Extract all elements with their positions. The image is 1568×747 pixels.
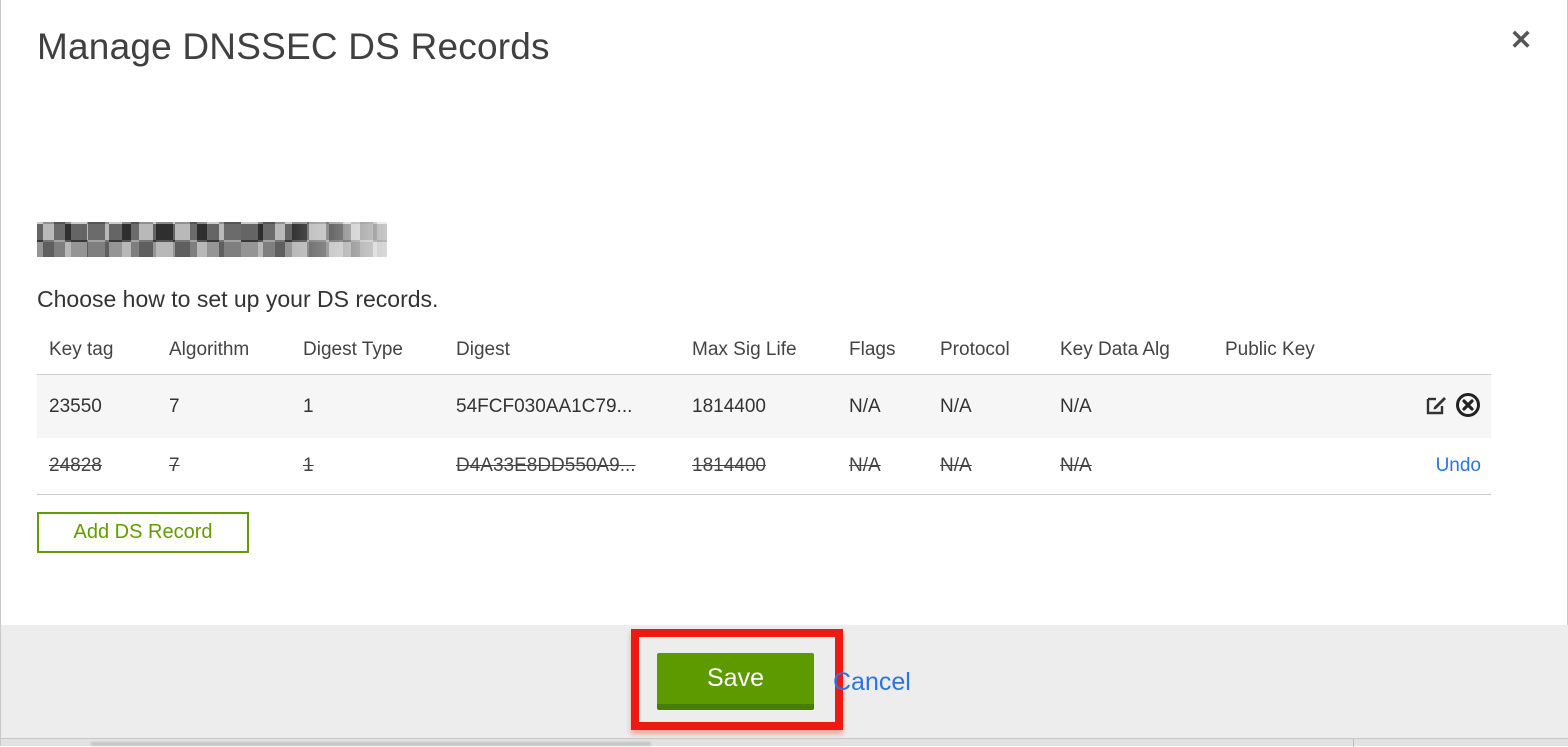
page-behind-modal-strip <box>1 738 1568 747</box>
cell-protocol: N/A <box>928 374 1048 438</box>
cell-algorithm: 7 <box>157 374 291 438</box>
cell-flags: N/A <box>837 374 928 438</box>
table-header-row: Key tag Algorithm Digest Type Digest Max… <box>37 328 1491 375</box>
table-row-deleted: 24828 7 1 D4A33E8DD550A9... 1814400 N/A … <box>37 438 1491 495</box>
col-header-digest-type: Digest Type <box>291 328 444 375</box>
row-actions <box>1403 374 1491 438</box>
col-header-digest: Digest <box>444 328 680 375</box>
cell-protocol: N/A <box>928 438 1048 495</box>
delete-record-button[interactable] <box>1455 392 1481 421</box>
col-header-max-sig-life: Max Sig Life <box>680 328 837 375</box>
col-header-key-tag: Key tag <box>37 328 157 375</box>
col-header-algorithm: Algorithm <box>157 328 291 375</box>
ds-records-table: Key tag Algorithm Digest Type Digest Max… <box>37 328 1491 495</box>
row-actions: Undo <box>1403 438 1491 495</box>
col-header-key-data-alg: Key Data Alg <box>1048 328 1213 375</box>
dimmed-background-content <box>91 742 651 746</box>
cell-digest-type: 1 <box>291 374 444 438</box>
redacted-domain <box>37 222 387 257</box>
col-header-actions <box>1403 328 1491 375</box>
cell-key-data-alg: N/A <box>1048 374 1213 438</box>
add-ds-record-button[interactable]: Add DS Record <box>37 512 249 553</box>
col-header-flags: Flags <box>837 328 928 375</box>
undo-link[interactable]: Undo <box>1436 455 1481 477</box>
cell-public-key <box>1213 374 1403 438</box>
save-button[interactable]: Save <box>657 653 814 710</box>
cell-max-sig-life: 1814400 <box>680 374 837 438</box>
cell-algorithm: 7 <box>157 438 291 495</box>
cell-key-data-alg: N/A <box>1048 438 1213 495</box>
col-header-public-key: Public Key <box>1213 328 1403 375</box>
intro-text: Choose how to set up your DS records. <box>37 286 439 312</box>
cell-digest: D4A33E8DD550A9... <box>444 438 680 495</box>
cell-key-tag: 24828 <box>37 438 157 495</box>
page-title: Manage DNSSEC DS Records <box>37 26 550 67</box>
cell-max-sig-life: 1814400 <box>680 438 837 495</box>
cell-key-tag: 23550 <box>37 374 157 438</box>
cell-flags: N/A <box>837 438 928 495</box>
delete-icon <box>1455 393 1481 421</box>
close-icon[interactable]: ✕ <box>1501 20 1541 60</box>
edit-record-button[interactable] <box>1424 393 1448 420</box>
cell-digest-type: 1 <box>291 438 444 495</box>
cell-digest: 54FCF030AA1C79... <box>444 374 680 438</box>
table-row: 23550 7 1 54FCF030AA1C79... 1814400 N/A … <box>37 374 1491 438</box>
edit-icon <box>1424 397 1448 420</box>
cancel-link[interactable]: Cancel <box>833 668 911 697</box>
cell-public-key <box>1213 438 1403 495</box>
col-header-protocol: Protocol <box>928 328 1048 375</box>
